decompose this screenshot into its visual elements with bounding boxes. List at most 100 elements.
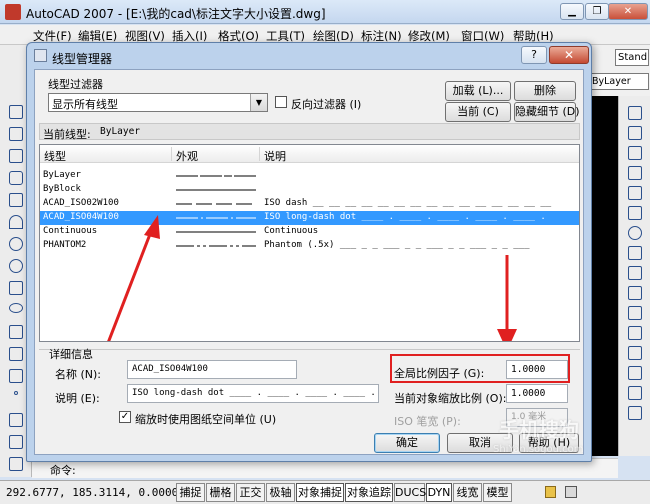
otrack-toggle[interactable]: 对象追踪 [345, 483, 393, 502]
dyn-toggle[interactable]: DYN [426, 483, 452, 502]
linetype-list[interactable]: 线型 外观 说明 ByLayer ByBlock ACAD_ISO02W100 ISO… [39, 144, 580, 342]
polyline-icon[interactable] [9, 149, 23, 163]
osnap-toggle[interactable]: 对象捕捉 [296, 483, 344, 502]
delete-button[interactable]: 删除 [514, 81, 576, 101]
grid-toggle[interactable]: 栅格 [206, 483, 235, 502]
linetype-preview [176, 189, 256, 191]
ortho-toggle[interactable]: 正交 [236, 483, 265, 502]
lock-icon[interactable] [545, 486, 556, 498]
filter-group-label: 线型过滤器 [48, 78, 103, 91]
pen-width-dropdown[interactable]: 1.0 毫米 [506, 408, 568, 427]
ducs-toggle[interactable]: DUCS [394, 483, 426, 502]
current-linetype-bar: 当前线型: ByLayer [39, 123, 580, 141]
offset-icon[interactable] [628, 166, 642, 180]
stretch-icon[interactable] [628, 266, 642, 280]
linetype-row[interactable]: ByLayer [40, 169, 579, 183]
rectangle-icon[interactable] [9, 193, 23, 207]
ellipse-arc-icon[interactable] [9, 325, 23, 339]
linetype-control[interactable]: ByLayer [589, 73, 649, 90]
minimize-button[interactable]: ▁ [560, 3, 584, 20]
modify-toolbar [618, 96, 650, 456]
cancel-button[interactable]: 取消 [447, 433, 513, 453]
status-bar: 292.6777, 185.3114, 0.0000 捕捉 栅格 正交 极轴 对… [0, 480, 650, 504]
break-icon[interactable] [628, 326, 642, 340]
line-tool-icon[interactable] [9, 105, 23, 119]
scale-icon[interactable] [628, 246, 642, 260]
invert-filter-checkbox[interactable] [275, 96, 287, 108]
model-toggle[interactable]: 模型 [483, 483, 512, 502]
join-icon[interactable] [628, 346, 642, 360]
array-icon[interactable] [628, 186, 642, 200]
chamfer-icon[interactable] [628, 366, 642, 380]
region-icon[interactable] [9, 435, 23, 449]
trim-icon[interactable] [628, 286, 642, 300]
make-block-icon[interactable] [9, 369, 23, 383]
dialog-body: 线型过滤器 显示所有线型 ▼ 反向过滤器 (I) 加载 (L)... 删除 当前… [34, 69, 584, 455]
construction-line-icon[interactable] [9, 127, 23, 141]
linetype-name: ByBlock [43, 184, 81, 194]
tray-settings-icon[interactable] [565, 486, 577, 498]
snap-toggle[interactable]: 捕捉 [176, 483, 205, 502]
name-field[interactable]: ACAD_ISO04W100 [127, 360, 297, 379]
close-icon[interactable]: ✕ [608, 3, 648, 20]
linetype-name: Continuous [43, 226, 98, 236]
details-group-label: 详细信息 [49, 348, 93, 361]
invert-filter-label: 反向过滤器 (I) [291, 98, 362, 111]
linetype-filter-dropdown[interactable]: 显示所有线型 ▼ [48, 93, 268, 112]
annotation-arrow-right [497, 255, 517, 341]
polygon-icon[interactable] [9, 171, 23, 185]
mirror-icon[interactable] [628, 146, 642, 160]
extend-icon[interactable] [628, 306, 642, 320]
set-current-button[interactable]: 当前 (C) [445, 102, 511, 122]
linetype-description: Continuous [264, 226, 319, 236]
dialog-help-button[interactable]: 帮助 (H) [519, 433, 579, 453]
spline-icon[interactable] [9, 281, 23, 295]
column-header-linetype[interactable]: 线型 [44, 148, 66, 164]
copy-icon[interactable] [628, 126, 642, 140]
filter-selected-value: 显示所有线型 [52, 98, 118, 111]
hatch-icon[interactable] [9, 413, 23, 427]
fillet-icon[interactable] [628, 386, 642, 400]
point-icon[interactable] [14, 391, 18, 395]
linetype-row[interactable]: ByBlock [40, 183, 579, 197]
column-header-appearance[interactable]: 外观 [176, 148, 198, 164]
linetype-name: PHANTOM2 [43, 240, 87, 250]
pen-width-label: ISO 笔宽 (P): [394, 415, 461, 428]
autocad-logo-icon [5, 4, 21, 20]
rotate-icon[interactable] [628, 226, 642, 240]
dialog-title-bar[interactable]: 线型管理器 ? ✕ [27, 43, 591, 69]
current-scale-field[interactable]: 1.0000 [506, 384, 568, 403]
coordinate-readout: 292.6777, 185.3114, 0.0000 [6, 486, 179, 499]
description-label: 说明 (E): [55, 392, 100, 405]
dialog-title: 线型管理器 [52, 52, 113, 66]
help-button[interactable]: ? [521, 46, 547, 64]
revision-cloud-icon[interactable] [9, 259, 23, 273]
insert-block-icon[interactable] [9, 347, 23, 361]
restore-button[interactable]: ❐ [585, 3, 609, 20]
multiline-text-icon[interactable] [9, 457, 23, 471]
current-linetype-label: 当前线型: [43, 128, 91, 141]
move-icon[interactable] [628, 206, 642, 220]
paper-units-checkbox[interactable]: ✓ [119, 411, 131, 423]
ok-button[interactable]: 确定 [374, 433, 440, 453]
arc-icon[interactable] [9, 215, 23, 229]
app-title: AutoCAD 2007 - [E:\我的cad\标注文字大小设置.dwg] [26, 7, 326, 21]
description-field[interactable]: ISO long-dash dot ____ . ____ . ____ . _… [127, 384, 379, 403]
linetype-row[interactable]: ACAD_ISO02W100 ISO dash __ __ __ __ __ __… [40, 197, 579, 211]
ellipse-icon[interactable] [9, 303, 23, 313]
linetype-preview [176, 175, 256, 177]
erase-icon[interactable] [628, 106, 642, 120]
hide-details-button[interactable]: 隐藏细节 (D) [514, 102, 580, 122]
load-button[interactable]: 加载 (L)... [445, 81, 511, 101]
column-header-description[interactable]: 说明 [264, 148, 286, 164]
drawing-canvas[interactable] [592, 96, 618, 456]
dialog-close-button[interactable]: ✕ [549, 46, 589, 64]
polar-toggle[interactable]: 极轴 [266, 483, 295, 502]
lineweight-toggle[interactable]: 线宽 [453, 483, 482, 502]
text-style-dropdown[interactable]: Stand [615, 49, 649, 66]
explode-icon[interactable] [628, 406, 642, 420]
circle-icon[interactable] [9, 237, 23, 251]
paper-units-label: 缩放时使用图纸空间单位 (U) [135, 413, 277, 426]
linetype-preview [176, 231, 256, 233]
chevron-down-icon: ▼ [250, 94, 267, 111]
